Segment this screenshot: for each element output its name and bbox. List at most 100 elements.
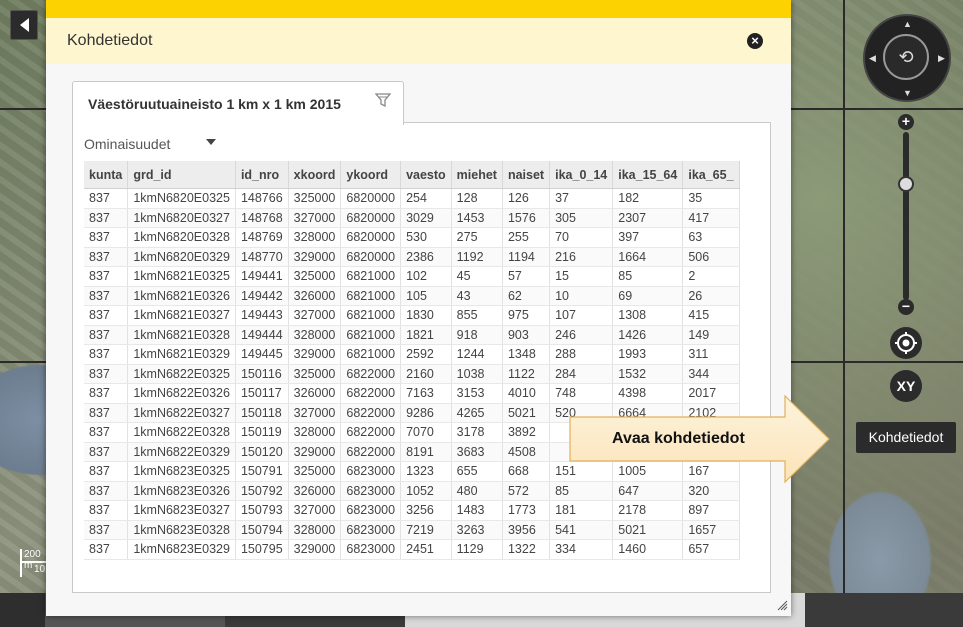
table-cell: 6820000 — [340, 208, 402, 228]
column-header-id_nro[interactable]: id_nro — [235, 161, 289, 189]
table-cell: 216 — [549, 247, 614, 267]
table-row[interactable]: 837 1kmN6823E0326 150792 326000 6823000 1052 4… — [84, 481, 740, 501]
column-header-xkoord[interactable]: xkoord — [288, 161, 342, 189]
column-header-miehet[interactable]: miehet — [451, 161, 503, 189]
table-cell: 85 — [549, 481, 614, 501]
table-cell: 182 — [612, 188, 684, 209]
table-cell: 1kmN6822E0326 — [127, 383, 236, 404]
map-navigation-ring[interactable]: ▲ ▼ ◀ ▶ ⟲ — [865, 16, 949, 100]
table-row[interactable]: 837 1kmN6821E0326 149442 326000 6821000 105 43… — [84, 286, 740, 306]
column-header-naiset[interactable]: naiset — [502, 161, 551, 189]
table-row[interactable]: 837 1kmN6823E0328 150794 328000 6823000 7219 3… — [84, 520, 740, 540]
table-cell: 329000 — [288, 539, 342, 560]
table-cell: 1kmN6823E0327 — [127, 500, 236, 521]
pan-right-icon[interactable]: ▶ — [938, 53, 945, 64]
table-cell: 2451 — [400, 539, 452, 560]
zoom-slider-handle[interactable] — [898, 176, 914, 192]
callout-text: Avaa kohdetiedot — [612, 430, 745, 447]
table-cell: 69 — [612, 286, 684, 306]
table-cell: 128 — [451, 188, 503, 209]
feature-table-wrapper[interactable]: kunta grd_id id_nro xkoord ykoord vaesto miehe… — [84, 161, 768, 561]
table-cell: 107 — [549, 305, 614, 326]
table-cell: 6820000 — [340, 227, 402, 248]
table-cell: 1kmN6822E0325 — [127, 364, 236, 384]
table-cell: 326000 — [288, 383, 342, 404]
table-cell: 1322 — [502, 539, 551, 560]
table-cell: 647 — [612, 481, 684, 501]
properties-dropdown[interactable]: Ominaisuudet — [84, 136, 170, 152]
table-cell: 837 — [84, 539, 129, 560]
coordinate-tool-button[interactable]: XY — [890, 370, 922, 402]
tab-vaestoruutuaineisto[interactable]: Väestöruutuaineisto 1 km x 1 km 2015 — [72, 81, 404, 125]
table-row[interactable]: 837 1kmN6821E0329 149445 329000 6821000 2592 1… — [84, 344, 740, 365]
table-row[interactable]: 837 1kmN6823E0329 150795 329000 6823000 2451 1… — [84, 539, 740, 560]
table-row[interactable]: 837 1kmN6821E0328 149444 328000 6821000 1821 9… — [84, 325, 740, 345]
table-cell: 837 — [84, 344, 129, 365]
filter-icon[interactable] — [375, 92, 391, 108]
table-cell: 668 — [502, 461, 551, 482]
table-cell: 1kmN6820E0327 — [127, 208, 236, 228]
pan-left-icon[interactable]: ◀ — [869, 53, 876, 64]
table-cell: 1kmN6823E0326 — [127, 481, 236, 501]
locate-me-button[interactable] — [890, 327, 922, 359]
resize-handle-icon[interactable] — [776, 599, 788, 611]
table-cell: 327000 — [288, 208, 342, 228]
table-cell: 2 — [682, 266, 740, 287]
column-header-vaesto[interactable]: vaesto — [400, 161, 452, 189]
pan-up-icon[interactable]: ▲ — [903, 19, 912, 29]
table-row[interactable]: 837 1kmN6821E0327 149443 327000 6821000 1830 8… — [84, 305, 740, 326]
table-cell: 2160 — [400, 364, 452, 384]
column-header-ika_65_[interactable]: ika_65_ — [682, 161, 740, 189]
table-row[interactable]: 837 1kmN6820E0327 148768 327000 6820000 3029 1… — [84, 208, 740, 228]
table-cell: 326000 — [288, 481, 342, 501]
column-header-ika_15_64[interactable]: ika_15_64 — [612, 161, 684, 189]
table-cell: 149 — [682, 325, 740, 345]
table-cell: 327000 — [288, 305, 342, 326]
table-cell: 150119 — [235, 422, 289, 443]
column-header-grd_id[interactable]: grd_id — [127, 161, 236, 189]
table-cell: 657 — [682, 539, 740, 560]
column-header-ika_0_14[interactable]: ika_0_14 — [549, 161, 614, 189]
table-cell: 150794 — [235, 520, 289, 540]
close-icon[interactable]: × — [747, 33, 763, 49]
table-cell: 837 — [84, 442, 129, 462]
table-row[interactable]: 837 1kmN6823E0327 150793 327000 6823000 3256 1… — [84, 500, 740, 521]
column-header-kunta[interactable]: kunta — [84, 161, 129, 189]
table-cell: 1244 — [451, 344, 503, 365]
table-row[interactable]: 837 1kmN6820E0328 148769 328000 6820000 530 27… — [84, 227, 740, 248]
table-cell: 837 — [84, 481, 129, 501]
table-cell: 6822000 — [340, 364, 402, 384]
zoom-out-button[interactable]: − — [898, 299, 914, 315]
scale-bar: 200 m 10 — [10, 549, 50, 577]
collapse-panel-button[interactable] — [10, 10, 38, 40]
table-row[interactable]: 837 1kmN6822E0325 150116 325000 6822000 2160 1… — [84, 364, 740, 384]
zoom-slider-track[interactable] — [903, 132, 909, 300]
table-cell: 9286 — [400, 403, 452, 423]
zoom-in-button[interactable]: + — [898, 114, 914, 130]
table-cell: 325000 — [288, 266, 342, 287]
table-cell: 6823000 — [340, 500, 402, 521]
table-cell: 837 — [84, 422, 129, 443]
table-cell: 7163 — [400, 383, 452, 404]
table-row[interactable]: 837 1kmN6821E0325 149441 325000 6821000 102 45… — [84, 266, 740, 287]
table-cell: 105 — [400, 286, 452, 306]
table-cell: 37 — [549, 188, 614, 209]
table-row[interactable]: 837 1kmN6820E0329 148770 329000 6820000 2386 1… — [84, 247, 740, 267]
table-cell: 837 — [84, 247, 129, 267]
table-cell: 541 — [549, 520, 614, 540]
table-cell: 5021 — [612, 520, 684, 540]
table-cell: 6820000 — [340, 247, 402, 267]
table-cell: 1kmN6822E0328 — [127, 422, 236, 443]
pan-down-icon[interactable]: ▼ — [903, 88, 912, 98]
table-cell: 1993 — [612, 344, 684, 365]
column-header-ykoord[interactable]: ykoord — [340, 161, 402, 189]
table-cell: 1052 — [400, 481, 452, 501]
table-cell: 305 — [549, 208, 614, 228]
table-cell: 325000 — [288, 461, 342, 482]
chevron-down-icon[interactable] — [206, 139, 216, 145]
table-cell: 149443 — [235, 305, 289, 326]
feature-info-tooltip: Kohdetiedot — [856, 422, 956, 453]
table-row[interactable]: 837 1kmN6820E0325 148766 325000 6820000 254 12… — [84, 188, 740, 209]
table-cell: 62 — [502, 286, 551, 306]
return-home-icon[interactable]: ⟲ — [883, 34, 929, 80]
